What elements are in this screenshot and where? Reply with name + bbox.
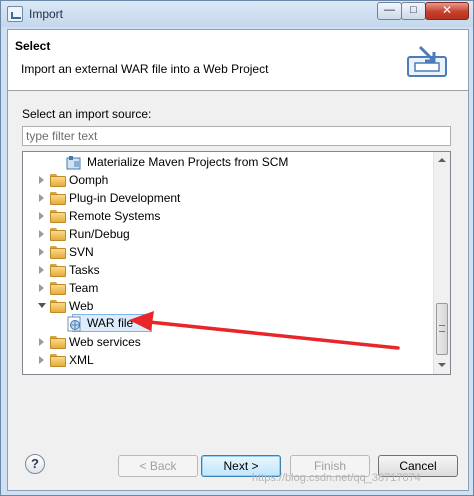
eclipse-app-icon (7, 6, 23, 22)
tree-scrollbar[interactable] (433, 152, 450, 374)
import-war-icon (407, 45, 447, 77)
close-button[interactable]: ✕ (425, 2, 469, 20)
filter-input[interactable] (22, 126, 451, 146)
expand-arrow-icon[interactable] (39, 230, 44, 238)
wizard-banner: Select Import an external WAR file into … (8, 30, 468, 91)
tree-item-tasks[interactable]: Tasks (23, 261, 435, 279)
folder-icon (50, 282, 66, 295)
tree-item-label: Oomph (69, 173, 109, 187)
tree-item-label: WAR file (87, 316, 134, 330)
dialog-client-area: Select Import an external WAR file into … (7, 29, 469, 491)
tree-item-oomph[interactable]: Oomph (23, 171, 435, 189)
expand-arrow-icon[interactable] (39, 248, 44, 256)
tree-item-label: Team (69, 281, 99, 295)
tree-item-web[interactable]: Web (23, 297, 435, 315)
wizard-page-description: Import an external WAR file into a Web P… (21, 62, 269, 76)
help-icon[interactable]: ? (25, 454, 45, 474)
tree-item-plugin-development[interactable]: Plug-in Development (23, 189, 435, 207)
tree-item-remote-systems[interactable]: Remote Systems (23, 207, 435, 225)
tree-item-label: Remote Systems (69, 209, 161, 223)
expand-arrow-icon[interactable] (39, 266, 44, 274)
folder-icon (50, 354, 66, 367)
tree-item-label: Materialize Maven Projects from SCM (87, 155, 289, 169)
minimize-button[interactable]: — (377, 2, 402, 20)
scroll-thumb[interactable] (436, 303, 448, 355)
expand-arrow-icon[interactable] (39, 338, 44, 346)
expand-arrow-icon[interactable] (39, 176, 44, 184)
tree-item-label: Plug-in Development (69, 191, 181, 205)
tree-item-label: Run/Debug (69, 227, 130, 241)
tree-item-run-debug[interactable]: Run/Debug (23, 225, 435, 243)
expand-arrow-icon[interactable] (39, 194, 44, 202)
import-dialog: Import — □ ✕ Select Import an external W… (0, 0, 474, 496)
folder-icon (50, 210, 66, 223)
tree-item-label: Tasks (69, 263, 100, 277)
tree-item-label: Web (69, 299, 94, 313)
window-title: Import (29, 7, 64, 21)
wizard-page-title: Select (15, 39, 51, 53)
title-bar[interactable]: Import — □ ✕ (1, 1, 473, 27)
collapse-arrow-icon[interactable] (38, 303, 46, 308)
tree-item-war-file[interactable]: WAR file (23, 315, 435, 333)
folder-icon (50, 246, 66, 259)
folder-icon (50, 264, 66, 277)
scroll-down-icon[interactable] (438, 363, 446, 367)
tree-item-svn[interactable]: SVN (23, 243, 435, 261)
folder-icon (50, 228, 66, 241)
maximize-button[interactable]: □ (401, 2, 426, 20)
expand-arrow-icon[interactable] (39, 284, 44, 292)
expand-arrow-icon[interactable] (39, 356, 44, 364)
tree-item-team[interactable]: Team (23, 279, 435, 297)
war-file-icon (67, 316, 81, 332)
back-button[interactable]: < Back (118, 455, 198, 477)
expand-arrow-icon[interactable] (39, 212, 44, 220)
tree-item-label: SVN (69, 245, 94, 259)
watermark: https://blog.csdn.net/qq_38717074 (252, 472, 421, 484)
tree-item-materialize-maven[interactable]: Materialize Maven Projects from SCM (23, 153, 435, 171)
tree-item-web-services[interactable]: Web services (23, 333, 435, 351)
folder-icon (50, 174, 66, 187)
tree-item-xml[interactable]: XML (23, 351, 435, 369)
folder-icon (50, 336, 66, 349)
import-source-tree[interactable]: Materialize Maven Projects from SCM Oomp… (22, 151, 451, 375)
tree-item-label: XML (69, 353, 94, 367)
folder-icon (50, 192, 66, 205)
import-source-label: Select an import source: (22, 107, 152, 121)
folder-icon (50, 300, 66, 313)
maven-project-icon (66, 156, 81, 170)
scroll-up-icon[interactable] (438, 158, 446, 162)
tree-item-label: Web services (69, 335, 141, 349)
